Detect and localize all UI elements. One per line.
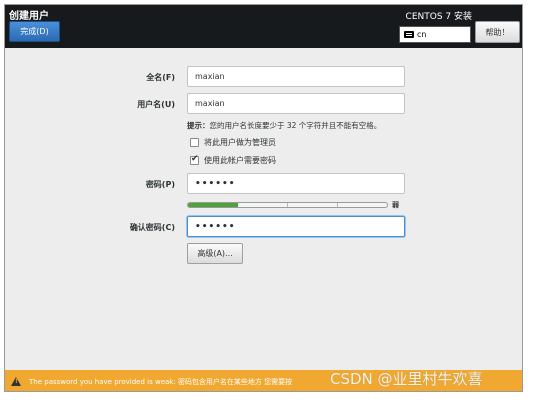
- admin-checkbox-row[interactable]: 将此用户做为管理员: [190, 137, 276, 148]
- password-strength-bar: [187, 202, 388, 208]
- hint-prefix: 提示：: [187, 121, 210, 130]
- username-label: 用户名(U): [137, 100, 175, 109]
- create-user-window: 创建用户 完成(D) CENTOS 7 安装 cn 帮助！ 全名(F) maxi…: [4, 4, 523, 392]
- done-button[interactable]: 完成(D): [9, 21, 60, 42]
- warning-icon: [11, 377, 21, 386]
- fullname-input[interactable]: maxian: [187, 66, 405, 87]
- hint-text: 您的用户名长度要少于 32 个字符并且不能有空格。: [209, 121, 382, 130]
- password-strength-label: 弱: [392, 201, 399, 209]
- password-input[interactable]: ••••••: [187, 173, 405, 194]
- fullname-label: 全名(F): [146, 73, 175, 82]
- confirm-password-value: ••••••: [195, 221, 236, 232]
- keyboard-layout-label: cn: [417, 30, 427, 39]
- help-button[interactable]: 帮助！: [475, 21, 520, 43]
- advanced-button[interactable]: 高级(A)...: [187, 243, 243, 264]
- require-password-label: 使用此帐户需要密码: [204, 156, 276, 165]
- password-value: ••••••: [195, 178, 236, 189]
- warning-text: The password you have provided is weak: …: [29, 377, 293, 386]
- require-password-row[interactable]: 使用此帐户需要密码: [190, 154, 276, 166]
- confirm-password-label: 确认密码(C): [129, 223, 175, 232]
- password-strength-fill: [188, 203, 238, 207]
- fullname-value: maxian: [195, 72, 225, 81]
- username-value: maxian: [195, 99, 225, 108]
- admin-checkbox-label: 将此用户做为管理员: [204, 138, 276, 147]
- admin-checkbox[interactable]: [190, 138, 199, 147]
- header-bar: 创建用户 完成(D) CENTOS 7 安装 cn 帮助！: [5, 5, 522, 48]
- confirm-password-input[interactable]: ••••••: [187, 216, 405, 237]
- product-title: CENTOS 7 安装: [405, 12, 472, 22]
- username-input[interactable]: maxian: [187, 93, 405, 114]
- keyboard-layout-indicator[interactable]: cn: [399, 26, 471, 43]
- keyboard-icon: [404, 31, 414, 38]
- user-form: 全名(F) maxian 用户名(U) maxian 提示：您的用户名长度要少于…: [5, 48, 522, 370]
- watermark: CSDN @业里村牛欢喜: [330, 370, 483, 388]
- require-password-checkbox[interactable]: [190, 154, 199, 165]
- page-title: 创建用户: [9, 11, 49, 22]
- username-hint: 提示：您的用户名长度要少于 32 个字符并且不能有空格。: [187, 120, 381, 131]
- password-label: 密码(P): [145, 180, 175, 189]
